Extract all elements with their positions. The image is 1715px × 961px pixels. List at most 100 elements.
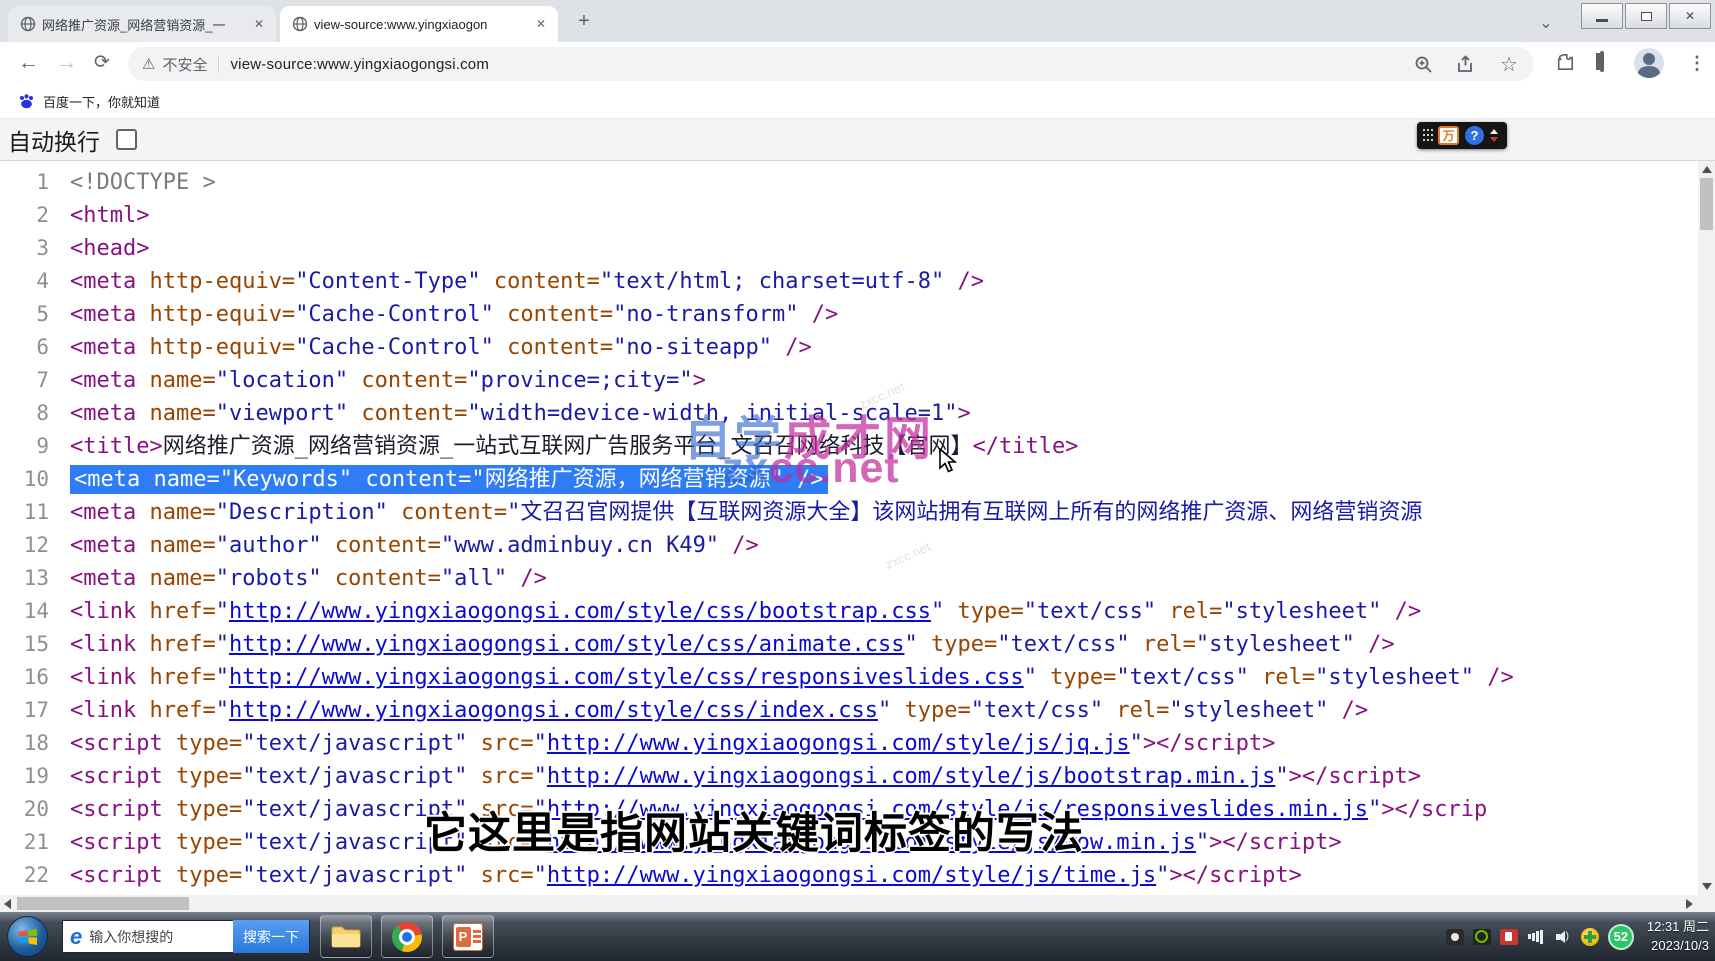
source-line: 12<meta name="author" content="www.admin…: [0, 529, 1698, 562]
source-segment: src=: [467, 764, 533, 789]
source-link[interactable]: http://www.yingxiaogongsi.com/style/css/…: [229, 665, 1024, 690]
source-segment: <script: [70, 863, 176, 888]
tab-view-source[interactable]: view-source:www.yingxiaogon ✕: [280, 6, 558, 42]
source-segment: "网络推广资源，网络营销资源": [471, 467, 784, 492]
new-tab-button[interactable]: +: [570, 7, 598, 35]
tab-search-chevron-icon[interactable]: ⌄: [1533, 12, 1559, 34]
source-segment: rel=: [1249, 665, 1315, 690]
explorer-taskbar-button[interactable]: [320, 915, 372, 958]
source-segment: ": [1368, 797, 1381, 822]
help-icon[interactable]: ?: [1465, 126, 1484, 145]
source-segment: >: [693, 368, 706, 393]
source-link[interactable]: http://www.yingxiaogongsi.com/style/css/…: [229, 632, 905, 657]
address-bar[interactable]: ⚠ 不安全 view-source:www.yingxiaogongsi.com…: [128, 47, 1534, 81]
restore-button[interactable]: [1625, 3, 1667, 29]
camera-tray-icon[interactable]: [1446, 929, 1464, 945]
source-segment: http-equiv=: [149, 302, 295, 327]
source-link[interactable]: http://www.yingxiaogongsi.com/style/js/t…: [547, 863, 1156, 888]
share-icon[interactable]: [1456, 55, 1478, 74]
source-segment: />: [1355, 632, 1395, 657]
line-number: 12: [0, 529, 64, 562]
taskbar-clock[interactable]: 12:31 周二 2023/10/3: [1647, 918, 1709, 956]
line-number: 10: [0, 463, 64, 496]
source-segment: "text/css": [997, 632, 1129, 657]
source-segment: <meta: [74, 467, 153, 492]
close-tab-icon[interactable]: ✕: [532, 15, 550, 33]
line-number: 22: [0, 859, 64, 892]
network-signal-icon[interactable]: [1527, 929, 1545, 945]
wan-tool-icon[interactable]: 万: [1438, 126, 1459, 145]
bookmark-star-icon[interactable]: ☆: [1498, 52, 1520, 77]
nvidia-tray-icon[interactable]: [1473, 929, 1491, 945]
source-segment: ></script>: [1143, 731, 1275, 756]
extensions-puzzle-icon[interactable]: [1556, 53, 1576, 73]
side-panel-icon[interactable]: [1600, 53, 1604, 71]
source-link[interactable]: http://www.yingxiaogongsi.com/style/css/…: [229, 599, 931, 624]
close-tab-icon[interactable]: ✕: [250, 15, 268, 33]
source-segment: "www.adminbuy.cn K49": [441, 533, 719, 558]
restore-icon: [1641, 12, 1652, 21]
source-segment: <meta: [70, 269, 149, 294]
source-segment: <meta: [70, 401, 149, 426]
search-button[interactable]: 搜索一下: [233, 920, 309, 953]
search-placeholder[interactable]: 输入你想搜的: [89, 927, 233, 947]
scroll-right-arrow[interactable]: [1686, 899, 1693, 909]
line-number: 7: [0, 364, 64, 397]
recorder-widget[interactable]: 万 ?: [1417, 122, 1507, 149]
scroll-left-arrow[interactable]: [4, 899, 11, 909]
source-segment: <meta: [70, 566, 149, 591]
source-segment: http-equiv=: [149, 269, 295, 294]
vertical-scrollbar[interactable]: [1698, 161, 1715, 895]
source-link[interactable]: http://www.yingxiaogongsi.com/style/js/j…: [547, 731, 1130, 756]
close-window-button[interactable]: ✕: [1669, 3, 1711, 29]
source-segment: <link: [70, 665, 149, 690]
source-segment: <meta: [70, 368, 149, 393]
security-tray-icon[interactable]: [1500, 929, 1518, 945]
scroll-down-arrow[interactable]: [1702, 883, 1712, 890]
source-line: 11<meta name="Description" content="文召召官…: [0, 496, 1698, 529]
tab-website[interactable]: 网络推广资源_网络营销资源_一 ✕: [8, 6, 276, 42]
url-text[interactable]: view-source:www.yingxiaogongsi.com: [230, 56, 489, 73]
source-segment: />: [1474, 665, 1514, 690]
vertical-scroll-thumb[interactable]: [1700, 178, 1713, 230]
profile-avatar[interactable]: [1634, 48, 1664, 78]
source-link[interactable]: http://www.yingxiaogongsi.com/style/css/…: [229, 698, 878, 723]
video-caption: 它这里是指网站关键词标签的写法: [424, 799, 1084, 861]
source-segment: <script: [70, 731, 176, 756]
zoom-icon[interactable]: [1414, 55, 1436, 74]
horizontal-scrollbar[interactable]: [0, 895, 1715, 912]
forward-button[interactable]: →: [56, 51, 77, 75]
source-segment: ": [216, 665, 229, 690]
volume-icon[interactable]: ): [1554, 929, 1572, 945]
back-button[interactable]: ←: [18, 51, 39, 75]
line-wrap-checkbox[interactable]: [116, 129, 137, 150]
start-button[interactable]: [7, 916, 48, 957]
horizontal-scroll-thumb[interactable]: [17, 897, 189, 910]
source-line-text: <head>: [64, 232, 149, 265]
scroll-up-arrow[interactable]: [1702, 166, 1712, 173]
source-segment: "location": [216, 368, 348, 393]
360-safety-icon[interactable]: [1581, 928, 1599, 946]
source-segment: type=: [176, 863, 242, 888]
source-line: 4<meta http-equiv="Content-Type" content…: [0, 265, 1698, 298]
not-secure-label[interactable]: 不安全: [162, 54, 207, 75]
line-number: 18: [0, 727, 64, 760]
reload-button[interactable]: ⟳: [94, 51, 110, 75]
notification-badge[interactable]: 52: [1608, 924, 1634, 950]
source-segment: "viewport": [216, 401, 348, 426]
windows-logo-icon: [16, 925, 40, 949]
taskbar-search-box[interactable]: e 输入你想搜的 搜索一下: [62, 920, 310, 953]
bookmark-baidu[interactable]: 百度一下，你就知道: [43, 92, 160, 111]
widget-arrows[interactable]: [1490, 129, 1498, 142]
menu-kebab-icon[interactable]: ⋮: [1688, 53, 1706, 74]
source-segment: ": [878, 698, 891, 723]
source-line-text: <meta http-equiv="Cache-Control" content…: [64, 331, 812, 364]
source-segment: href=: [149, 698, 215, 723]
source-segment: href=: [149, 632, 215, 657]
source-link[interactable]: http://www.yingxiaogongsi.com/style/js/b…: [547, 764, 1275, 789]
powerpoint-taskbar-button[interactable]: P: [442, 915, 494, 958]
source-segment: <link: [70, 599, 149, 624]
source-segment: />: [944, 269, 984, 294]
chrome-taskbar-button[interactable]: [381, 915, 433, 958]
minimize-button[interactable]: [1581, 3, 1623, 29]
